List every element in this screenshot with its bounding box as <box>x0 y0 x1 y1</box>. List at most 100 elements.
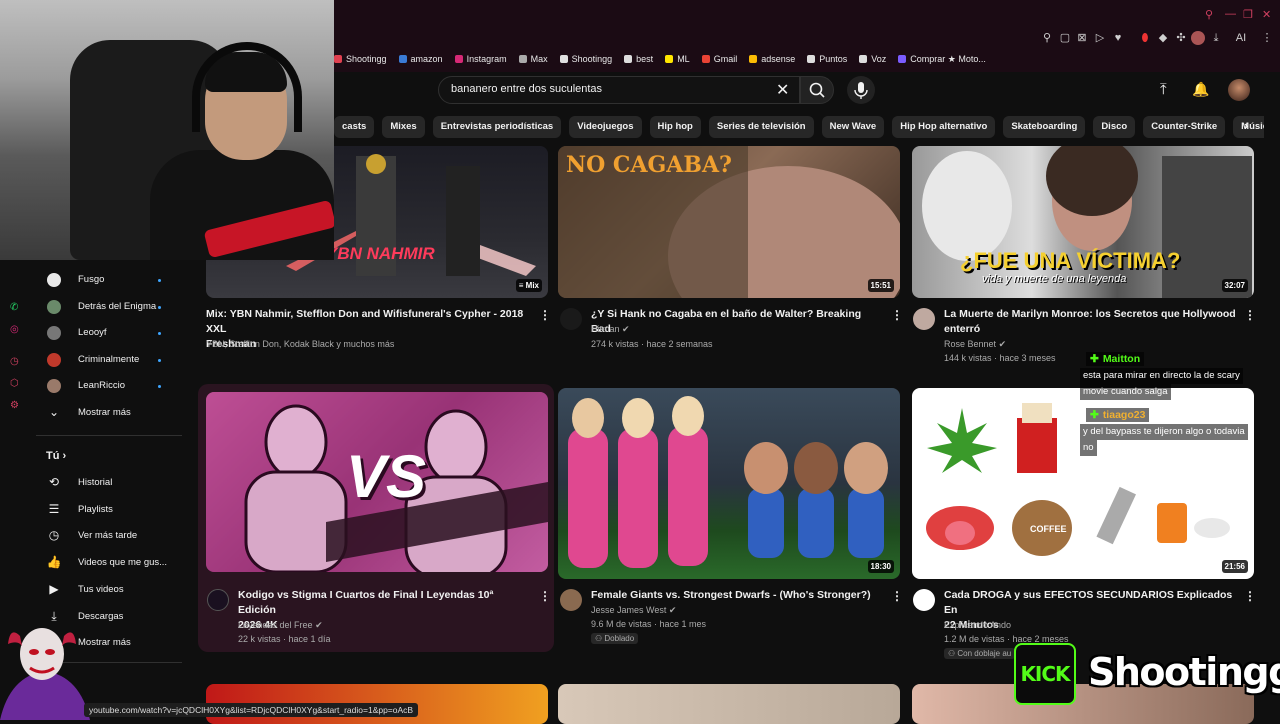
filter-chip[interactable]: Música dance <box>1233 116 1264 138</box>
history-icon[interactable]: ◷ <box>10 356 19 367</box>
filter-chip[interactable]: New Wave <box>821 116 885 138</box>
video-thumbnail[interactable]: VS <box>206 392 548 572</box>
more-options-icon[interactable]: ⋮ <box>539 589 551 603</box>
video-channel[interactable]: Explicando Ando <box>944 620 1011 630</box>
status-bar-url: youtube.com/watch?v=jcQDClH0XYg&list=RDj… <box>84 703 419 717</box>
bookmark-item[interactable]: Puntos <box>807 51 847 67</box>
more-options-icon[interactable]: ⋮ <box>1244 589 1256 603</box>
ai-button[interactable]: AI <box>1230 31 1252 45</box>
filter-chip[interactable]: Skateboarding <box>1003 116 1086 138</box>
sidebar-item[interactable]: Videos que me gus... <box>78 557 167 568</box>
sidebar-item[interactable]: Tus videos <box>78 584 124 595</box>
filter-chip[interactable]: Disco <box>1093 116 1136 138</box>
sidebar-item[interactable]: Historial <box>78 477 112 488</box>
sidebar-item[interactable]: Ver más tarde <box>78 530 137 541</box>
menu-icon[interactable]: ⋮ <box>1260 31 1274 45</box>
bookmark-item[interactable]: Gmail <box>701 51 737 67</box>
settings-icon[interactable]: ⚙ <box>10 400 19 411</box>
sidebar-subscription-item[interactable]: Detrás del Enigma <box>78 301 156 312</box>
duration-badge: 21:56 <box>1221 560 1248 573</box>
sidebar-subscription-item[interactable]: LeanRiccio <box>78 380 125 391</box>
channel-avatar[interactable] <box>47 299 61 314</box>
filter-chip[interactable]: Mixes <box>382 116 425 138</box>
video-channel[interactable]: Jesse James West ✔ <box>591 605 676 616</box>
download-icon[interactable]: ⤓ <box>1209 31 1223 45</box>
account-avatar[interactable] <box>1228 79 1250 101</box>
video-thumbnail[interactable]: ¿FUE UNA VÍCTIMA? vida y muerte de una l… <box>912 146 1254 298</box>
bookmark-item[interactable]: Voz <box>859 51 886 67</box>
profile-icon[interactable] <box>1191 31 1205 45</box>
more-options-icon[interactable]: ⋮ <box>1244 308 1256 322</box>
play-icon[interactable]: ▷ <box>1093 31 1107 45</box>
channel-avatar[interactable] <box>207 589 229 611</box>
bookmark-item[interactable]: Shootingg <box>334 51 387 67</box>
channel-avatar[interactable] <box>560 308 582 330</box>
search-button[interactable] <box>800 76 834 104</box>
video-channel[interactable]: Rose Bennet ✔ <box>944 339 1006 350</box>
filter-chip[interactable]: Counter-Strike <box>1143 116 1226 138</box>
puzzle-icon[interactable]: ✣ <box>1174 31 1188 45</box>
record-icon[interactable]: ⬮ <box>1138 31 1152 45</box>
instagram-icon[interactable]: ◎ <box>10 324 19 335</box>
channel-avatar[interactable] <box>47 273 61 287</box>
sidebar-subscription-item[interactable]: Criminalmente <box>78 354 139 365</box>
search-tab-icon[interactable]: ⚲ <box>1205 8 1213 21</box>
video-title[interactable]: ¿Y Si Hank no Cagaba en el baño de Walte… <box>591 307 881 337</box>
copy-icon[interactable]: ▢ <box>1058 31 1072 45</box>
show-more-button[interactable]: Mostrar más <box>78 407 131 418</box>
sidebar-subscription-item[interactable]: Fusgo <box>78 274 104 285</box>
voice-search-button[interactable] <box>847 76 875 104</box>
maximize-icon[interactable]: ❐ <box>1243 8 1253 21</box>
close-icon[interactable]: ✕ <box>1262 8 1271 21</box>
bookmark-item[interactable]: Shootingg <box>559 51 612 67</box>
video-title[interactable]: Female Giants vs. Strongest Dwarfs - (Wh… <box>591 588 881 603</box>
video-channel[interactable]: Hitman ✔ <box>591 324 630 335</box>
channel-avatar[interactable] <box>913 308 935 330</box>
video-thumbnail[interactable] <box>558 684 900 724</box>
whatsapp-icon[interactable]: ✆ <box>10 302 18 313</box>
games-icon[interactable]: ⬡ <box>10 378 19 389</box>
video-channel[interactable]: YBN, Stefflon Don, Kodak Black y muchos … <box>206 339 394 349</box>
bookmark-item[interactable]: ML <box>665 51 690 67</box>
sidebar-you-header[interactable]: Tú › <box>46 450 66 462</box>
filter-chip[interactable]: Hip Hop alternativo <box>892 116 996 138</box>
video-thumbnail[interactable]: NO CAGABA? 15:51 <box>558 146 900 298</box>
bookmark-item[interactable]: adsense <box>749 51 795 67</box>
heart-icon[interactable]: ♥ <box>1111 31 1125 45</box>
upload-icon[interactable]: ⤒ <box>1160 81 1167 98</box>
shield-icon[interactable]: ⊠ <box>1075 31 1089 45</box>
filter-chip[interactable]: Videojuegos <box>569 116 642 138</box>
channel-avatar[interactable] <box>47 379 61 393</box>
more-options-icon[interactable]: ⋮ <box>891 589 903 603</box>
channel-avatar[interactable] <box>560 589 582 611</box>
bookmark-item[interactable]: Max <box>518 51 548 67</box>
video-title[interactable]: La Muerte de Marilyn Monroe: los Secreto… <box>944 307 1244 337</box>
video-thumbnail[interactable]: COFFEE 21:56 <box>912 388 1254 579</box>
bookmark-item[interactable]: best <box>624 51 653 67</box>
channel-avatar[interactable] <box>47 352 61 367</box>
filter-chip[interactable]: Hip hop <box>649 116 701 138</box>
extension-icon[interactable]: ◆ <box>1156 31 1170 45</box>
pin-icon[interactable]: ⚲ <box>1040 31 1054 45</box>
more-options-icon[interactable]: ⋮ <box>891 308 903 322</box>
bookmark-item[interactable]: Comprar ★ Moto... <box>898 51 986 67</box>
search-input[interactable] <box>451 83 771 95</box>
more-options-icon[interactable]: ⋮ <box>539 308 551 322</box>
channel-avatar[interactable] <box>47 326 61 340</box>
filter-chip[interactable]: Series de televisión <box>708 116 814 138</box>
minimize-icon[interactable]: — <box>1225 8 1236 20</box>
filter-chip[interactable]: Entrevistas periodísticas <box>432 116 562 138</box>
video-thumbnail[interactable]: 18:30 <box>558 388 900 579</box>
clear-search-icon[interactable]: ✕ <box>776 80 789 100</box>
video-channel[interactable]: Leyendas del Free ✔ <box>238 620 323 631</box>
channel-avatar[interactable] <box>913 589 935 611</box>
notifications-icon[interactable]: 🔔 <box>1192 81 1209 98</box>
bookmark-item[interactable]: amazon <box>398 51 443 67</box>
sidebar-item[interactable]: Playlists <box>78 504 113 515</box>
sidebar-subscription-item[interactable]: Leooyf <box>78 327 107 338</box>
search-box[interactable] <box>438 76 800 104</box>
bookmark-item[interactable]: Instagram <box>454 51 507 67</box>
chevron-right-icon[interactable]: › <box>1244 118 1248 133</box>
filter-chip[interactable]: casts <box>334 116 375 138</box>
chat-username: ✚ Maitton <box>1086 352 1145 366</box>
